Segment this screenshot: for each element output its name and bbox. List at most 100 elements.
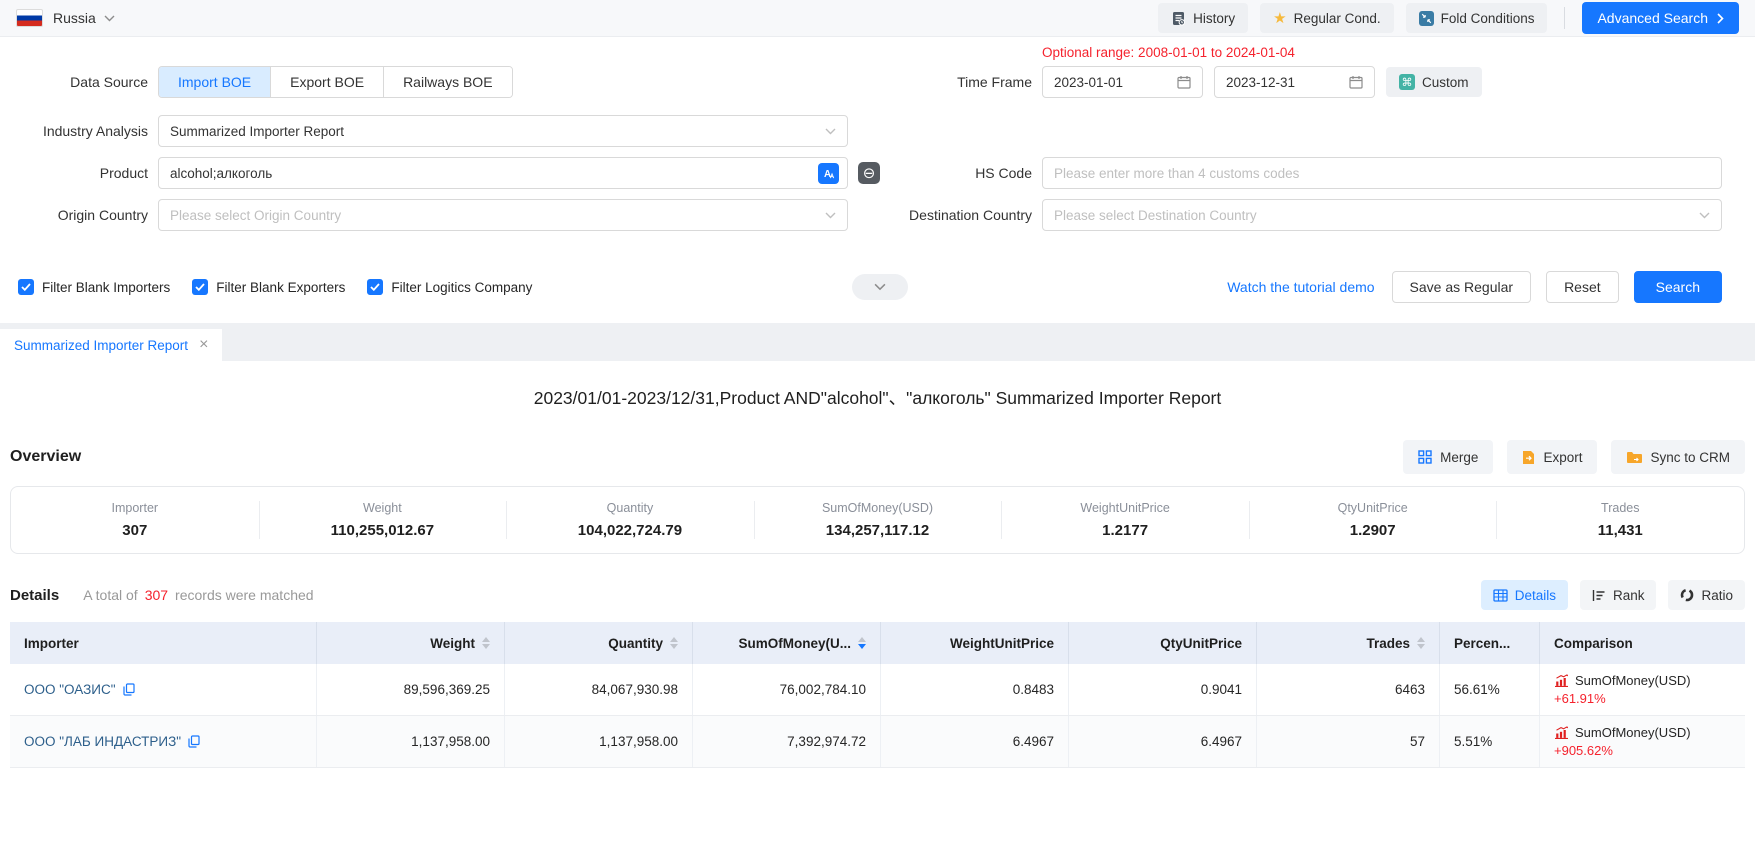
- filter-label: Filter Blank Importers: [42, 280, 170, 295]
- quantity-cell: 1,137,958.00: [505, 716, 693, 767]
- fold-conditions-label: Fold Conditions: [1441, 11, 1535, 26]
- advanced-search-button[interactable]: Advanced Search: [1582, 2, 1739, 34]
- history-button[interactable]: History: [1158, 3, 1248, 33]
- importer-name-link[interactable]: ООО "ЛАБ ИНДАСТРИЗ": [24, 734, 181, 749]
- product-field-wrap: A: [158, 157, 848, 189]
- checkbox-checked-icon: [192, 279, 208, 295]
- merge-label: Merge: [1440, 450, 1478, 465]
- fold-conditions-button[interactable]: Fold Conditions: [1406, 3, 1548, 33]
- comparison-metric: SumOfMoney(USD): [1575, 725, 1691, 740]
- view-ratio-button[interactable]: Ratio: [1668, 580, 1745, 610]
- country-selector-label[interactable]: Russia: [53, 10, 96, 26]
- sum-of-money-cell: 76,002,784.10: [693, 664, 881, 715]
- optional-range-text: Optional range: 2008-01-01 to 2024-01-04: [1042, 45, 1295, 60]
- copy-icon[interactable]: [188, 735, 200, 748]
- view-details-label: Details: [1515, 588, 1556, 603]
- advanced-search-label: Advanced Search: [1597, 10, 1708, 26]
- tab-export-boe[interactable]: Export BOE: [271, 67, 384, 97]
- close-icon[interactable]: ×: [199, 337, 208, 353]
- qty-unit-price-cell: 6.4967: [1069, 716, 1257, 767]
- sort-icon[interactable]: [670, 637, 678, 649]
- col-percent[interactable]: Percen...: [1440, 622, 1540, 664]
- col-comparison: Comparison: [1540, 622, 1745, 664]
- percent-cell: 56.61%: [1440, 664, 1540, 715]
- col-trades[interactable]: Trades: [1257, 622, 1440, 664]
- product-input[interactable]: [170, 166, 811, 181]
- destination-country-select[interactable]: Please select Destination Country: [1042, 199, 1722, 231]
- row-product: Product A ⊖ HS Code: [0, 157, 1755, 189]
- stat-quantity: Quantity 104,022,724.79: [506, 487, 754, 553]
- sync-to-crm-button[interactable]: Sync to CRM: [1611, 440, 1745, 474]
- checkbox-checked-icon: [367, 279, 383, 295]
- tab-railways-boe[interactable]: Railways BOE: [384, 67, 511, 97]
- translate-icon[interactable]: A: [818, 163, 839, 184]
- filter-logitics-company-checkbox[interactable]: Filter Logitics Company: [367, 279, 532, 295]
- regular-cond-button[interactable]: ★ Regular Cond.: [1260, 3, 1394, 33]
- view-details-button[interactable]: Details: [1481, 580, 1568, 610]
- reset-button[interactable]: Reset: [1546, 271, 1619, 303]
- view-switch-buttons: Details Rank Ratio: [1481, 580, 1745, 610]
- product-label: Product: [0, 157, 148, 189]
- copy-icon[interactable]: [123, 683, 135, 696]
- col-importer[interactable]: Importer: [10, 622, 317, 664]
- col-weight[interactable]: Weight: [317, 622, 505, 664]
- tab-summarized-importer-report[interactable]: Summarized Importer Report ×: [0, 329, 222, 361]
- sort-icon[interactable]: [482, 637, 490, 649]
- data-source-segmented: Import BOE Export BOE Railways BOE: [158, 66, 513, 98]
- sort-icon-active-desc[interactable]: [858, 637, 866, 649]
- col-weight-unit-price[interactable]: WeightUnitPrice: [881, 622, 1069, 664]
- stat-value: 134,257,117.12: [826, 522, 929, 539]
- hs-code-label: HS Code: [850, 157, 1032, 189]
- hs-code-input[interactable]: [1054, 166, 1710, 181]
- table-row: ООО "ОАЗИС" 89,596,369.25 84,067,930.98 …: [10, 664, 1745, 716]
- stat-label: SumOfMoney(USD): [822, 501, 933, 515]
- top-bar-actions: History ★ Regular Cond. Fold Conditions …: [1158, 2, 1739, 34]
- stat-label: Trades: [1601, 501, 1639, 515]
- save-as-regular-button[interactable]: Save as Regular: [1392, 271, 1532, 303]
- chevron-down-icon[interactable]: [104, 15, 115, 22]
- top-bar: Russia History ★ Regular Cond. Fold Cond…: [0, 0, 1755, 37]
- search-button[interactable]: Search: [1634, 271, 1722, 303]
- filter-label: Filter Logitics Company: [391, 280, 532, 295]
- fold-conditions-icon: [1419, 11, 1434, 26]
- custom-range-button[interactable]: ⌘ Custom: [1386, 67, 1482, 97]
- merge-button[interactable]: Merge: [1403, 440, 1493, 474]
- comparison-cell: SumOfMoney(USD) +905.62%: [1540, 716, 1745, 767]
- ratio-icon: [1680, 588, 1694, 602]
- filter-blank-exporters-checkbox[interactable]: Filter Blank Exporters: [192, 279, 345, 295]
- origin-country-placeholder: Please select Origin Country: [170, 208, 341, 223]
- chevron-right-icon: [1717, 13, 1724, 24]
- col-quantity[interactable]: Quantity: [505, 622, 693, 664]
- col-qty-unit-price[interactable]: QtyUnitPrice: [1069, 622, 1257, 664]
- sync-to-crm-icon: [1626, 451, 1642, 464]
- importer-name-link[interactable]: ООО "ОАЗИС": [24, 682, 116, 697]
- stat-value: 1.2177: [1102, 522, 1148, 539]
- search-form: Optional range: 2008-01-01 to 2024-01-04…: [0, 37, 1755, 303]
- view-rank-button[interactable]: Rank: [1580, 580, 1657, 610]
- rank-icon: [1592, 589, 1606, 602]
- tab-import-boe[interactable]: Import BOE: [159, 67, 271, 97]
- filter-blank-importers-checkbox[interactable]: Filter Blank Importers: [18, 279, 170, 295]
- export-button[interactable]: Export: [1507, 440, 1597, 474]
- col-label: WeightUnitPrice: [950, 636, 1054, 651]
- collapse-form-button[interactable]: [852, 274, 908, 300]
- tutorial-demo-link[interactable]: Watch the tutorial demo: [1227, 279, 1374, 295]
- stat-importer: Importer 307: [11, 487, 259, 553]
- stat-sum-of-money: SumOfMoney(USD) 134,257,117.12: [754, 487, 1002, 553]
- row-industry-analysis: Industry Analysis Summarized Importer Re…: [0, 115, 1755, 147]
- industry-analysis-select[interactable]: Summarized Importer Report: [158, 115, 848, 147]
- svg-text:A: A: [824, 169, 831, 180]
- comparison-change: +905.62%: [1554, 743, 1613, 758]
- end-date-field[interactable]: 2023-12-31: [1214, 66, 1375, 98]
- regular-cond-label: Regular Cond.: [1294, 11, 1381, 26]
- col-label: Weight: [430, 636, 475, 651]
- col-sum-of-money[interactable]: SumOfMoney(U...: [693, 622, 881, 664]
- export-icon: [1522, 450, 1535, 465]
- start-date-field[interactable]: 2023-01-01: [1042, 66, 1203, 98]
- stat-label: WeightUnitPrice: [1080, 501, 1169, 515]
- percent-cell: 5.51%: [1440, 716, 1540, 767]
- sort-icon[interactable]: [1417, 637, 1425, 649]
- origin-country-select[interactable]: Please select Origin Country: [158, 199, 848, 231]
- row-countries: Origin Country Please select Origin Coun…: [0, 199, 1755, 231]
- view-ratio-label: Ratio: [1701, 588, 1733, 603]
